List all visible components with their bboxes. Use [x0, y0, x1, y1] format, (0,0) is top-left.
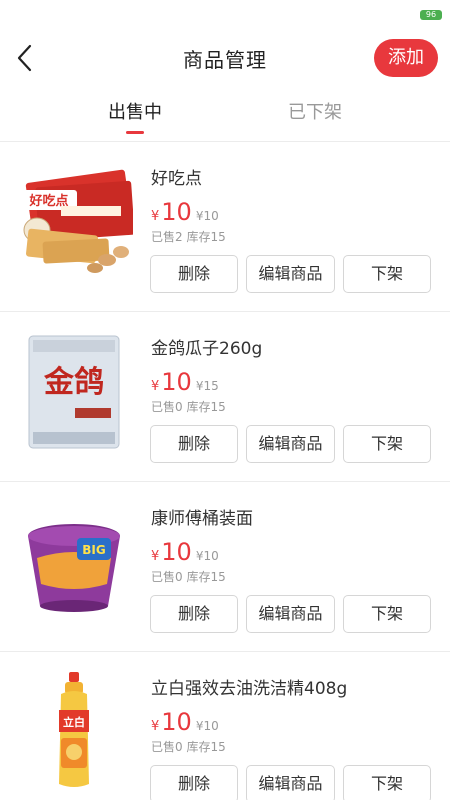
original-price: ¥10	[195, 719, 219, 733]
product-image-label: 立白	[63, 715, 85, 729]
product-price: 10	[161, 708, 192, 736]
list-item: BIG 康师傅桶装面 ¥10 ¥10 已售0 库存15 删除 编辑商品 下架	[0, 482, 450, 652]
currency-symbol: ¥	[151, 719, 160, 734]
product-price: 10	[161, 198, 192, 226]
active-tab-indicator	[126, 131, 144, 134]
take-off-shelf-button[interactable]: 下架	[343, 595, 431, 633]
delete-button[interactable]: 删除	[150, 765, 238, 800]
battery-icon: 96	[420, 10, 442, 20]
add-product-button[interactable]: 添加	[374, 39, 438, 77]
product-image-label: BIG	[82, 543, 105, 557]
delete-button[interactable]: 删除	[150, 425, 238, 463]
battery-level: 96	[425, 10, 437, 19]
take-off-shelf-button[interactable]: 下架	[343, 255, 431, 293]
tab-label: 出售中	[108, 102, 162, 123]
product-price: 10	[161, 538, 192, 566]
currency-symbol: ¥	[151, 379, 160, 394]
edit-product-button[interactable]: 编辑商品	[246, 765, 335, 800]
take-off-shelf-button[interactable]: 下架	[343, 425, 431, 463]
currency-symbol: ¥	[151, 549, 160, 564]
currency-symbol: ¥	[151, 209, 160, 224]
delete-button[interactable]: 删除	[150, 595, 238, 633]
tab-bar: 出售中 已下架	[0, 96, 450, 140]
edit-product-button[interactable]: 编辑商品	[246, 255, 335, 293]
product-list: 好吃点 好吃点 ¥10 ¥10 已售2 库存15 删除 编辑商品 下架 金鸽 金…	[0, 142, 450, 800]
original-price: ¥10	[195, 549, 219, 563]
product-price: 10	[161, 368, 192, 396]
delete-button[interactable]: 删除	[150, 255, 238, 293]
price-row: ¥10 ¥10	[151, 538, 219, 568]
header: 商品管理 添加	[0, 30, 450, 86]
original-price: ¥10	[195, 209, 219, 223]
sales-stock-text: 已售2 库存15	[151, 230, 226, 244]
edit-product-button[interactable]: 编辑商品	[246, 595, 335, 633]
list-item: 好吃点 好吃点 ¥10 ¥10 已售2 库存15 删除 编辑商品 下架	[0, 142, 450, 312]
product-image: 立白	[15, 672, 133, 790]
take-off-shelf-button[interactable]: 下架	[343, 765, 431, 800]
sales-stock-text: 已售0 库存15	[151, 400, 226, 414]
product-image: BIG	[15, 502, 133, 620]
product-image: 好吃点	[15, 162, 135, 280]
price-row: ¥10 ¥10	[151, 708, 219, 738]
tab-on-sale[interactable]: 出售中	[75, 96, 195, 140]
price-row: ¥10 ¥10	[151, 198, 219, 228]
tab-off-shelf[interactable]: 已下架	[255, 96, 375, 140]
list-item: 金鸽 金鸽瓜子260g ¥10 ¥15 已售0 库存15 删除 编辑商品 下架	[0, 312, 450, 482]
tab-label: 已下架	[288, 102, 342, 123]
product-name: 立白强效去油洗洁精408g	[151, 679, 348, 699]
edit-product-button[interactable]: 编辑商品	[246, 425, 335, 463]
sales-stock-text: 已售0 库存15	[151, 740, 226, 754]
status-bar: 96	[0, 0, 450, 22]
product-image: 金鸽	[15, 332, 133, 450]
product-image-label: 金鸽	[43, 365, 104, 400]
original-price: ¥15	[195, 379, 219, 393]
sales-stock-text: 已售0 库存15	[151, 570, 226, 584]
price-row: ¥10 ¥15	[151, 368, 219, 398]
product-name: 康师傅桶装面	[151, 509, 253, 529]
product-name: 金鸽瓜子260g	[151, 339, 263, 359]
list-item: 立白 立白强效去油洗洁精408g ¥10 ¥10 已售0 库存15 删除 编辑商品…	[0, 652, 450, 800]
product-name: 好吃点	[151, 169, 202, 189]
